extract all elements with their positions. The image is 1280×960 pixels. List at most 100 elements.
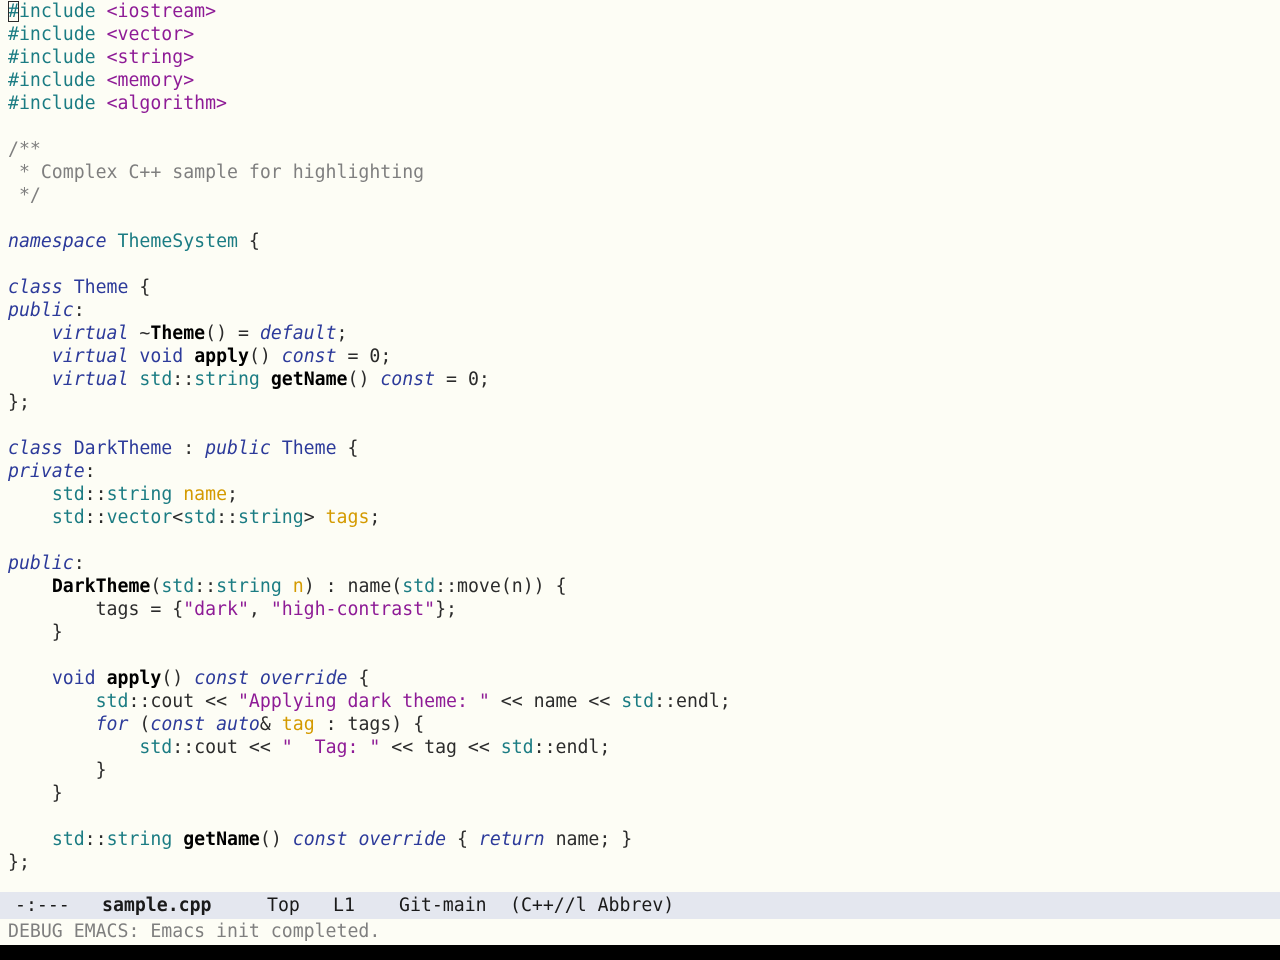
code-line[interactable]: */ (8, 184, 731, 207)
code-line[interactable]: #include <memory> (8, 69, 731, 92)
code-token: DarkTheme (51, 576, 151, 597)
code-line[interactable]: #include <algorithm> (8, 92, 731, 115)
code-line[interactable]: std::cout << "Applying dark theme: " << … (8, 690, 731, 713)
code-token: name (183, 484, 228, 505)
code-token: const (150, 714, 206, 735)
code-line[interactable]: std::cout << " Tag: " << tag << std::end… (8, 736, 731, 759)
code-line[interactable]: public: (8, 299, 731, 322)
code-token: const (292, 829, 348, 850)
code-line[interactable]: /** (8, 138, 731, 161)
scrollbar[interactable] (1275, 0, 1280, 890)
code-token: { (347, 668, 370, 689)
code-line[interactable]: tags = {"dark", "high-contrast"}; (8, 598, 731, 621)
code-line[interactable]: * Complex C++ sample for highlighting (8, 161, 731, 184)
code-token: string (194, 369, 260, 390)
code-token: override (259, 668, 348, 689)
code-token: string (216, 576, 282, 597)
code-token: override (358, 829, 447, 850)
code-token: }; (435, 599, 457, 620)
code-token: :: (216, 507, 238, 528)
code-token: }; (8, 852, 30, 873)
code-line[interactable]: DarkTheme(std::string n) : name(std::mov… (8, 575, 731, 598)
code-line[interactable] (8, 644, 731, 667)
code-token: private (8, 461, 85, 482)
code-token: class (8, 277, 63, 298)
code-token: () (248, 346, 282, 367)
code-token: <memory> (106, 70, 195, 91)
code-token: ; (369, 507, 381, 528)
modeline-buffer-name[interactable]: sample.cpp (102, 892, 212, 919)
code-line[interactable]: std::string getName() const override { r… (8, 828, 731, 851)
code-line[interactable]: virtual void apply() const = 0; (8, 345, 731, 368)
modeline-vc-branch[interactable]: Git-main (399, 892, 487, 919)
code-token: : (84, 461, 96, 482)
code-line[interactable]: std::string name; (8, 483, 731, 506)
code-line[interactable] (8, 805, 731, 828)
code-line[interactable]: }; (8, 391, 731, 414)
code-line[interactable]: #include <vector> (8, 23, 731, 46)
code-line[interactable]: void apply() const override { (8, 667, 731, 690)
code-token: ::move(n)) { (435, 576, 567, 597)
code-line[interactable]: virtual std::string getName() const = 0; (8, 368, 731, 391)
code-line[interactable]: public: (8, 552, 731, 575)
code-line[interactable]: private: (8, 460, 731, 483)
code-line[interactable]: } (8, 759, 731, 782)
code-token: } (8, 760, 107, 781)
code-line[interactable]: } (8, 782, 731, 805)
code-token: ; (336, 323, 348, 344)
code-token: tags (325, 507, 370, 528)
code-token: void (51, 668, 96, 689)
code-token: ThemeSystem (117, 231, 238, 252)
code-line[interactable]: class DarkTheme : public Theme { (8, 437, 731, 460)
code-token: DarkTheme (73, 438, 173, 459)
code-line[interactable]: } (8, 621, 731, 644)
code-token: <iostream> (106, 1, 217, 22)
modeline-position: Top (267, 895, 300, 916)
code-token: <algorithm> (106, 93, 228, 114)
code-token: : (73, 300, 85, 321)
code-line[interactable]: #include <string> (8, 46, 731, 69)
code-line[interactable]: }; (8, 851, 731, 874)
code-token: ::endl; (533, 737, 611, 758)
code-text-area[interactable]: #include <iostream> #include <vector> #inc… (8, 0, 731, 874)
code-token: public (8, 553, 74, 574)
code-line[interactable]: class Theme { (8, 276, 731, 299)
code-token: default (259, 323, 337, 344)
text-cursor: # (8, 1, 19, 22)
code-line[interactable]: virtual ~Theme() = default; (8, 322, 731, 345)
mode-line[interactable]: -:--- sample.cpp Top L1 Git-main (C++//l… (0, 892, 1280, 919)
code-token: <string> (106, 47, 195, 68)
code-line[interactable] (8, 207, 731, 230)
code-token: * Complex C++ sample for highlighting (8, 162, 425, 183)
code-line[interactable] (8, 414, 731, 437)
code-line[interactable]: for (const auto& tag : tags) { (8, 713, 731, 736)
modeline-line-number: L1 (333, 895, 355, 916)
editor-buffer[interactable]: #include <iostream> #include <vector> #inc… (0, 0, 1275, 890)
code-token: std (51, 484, 85, 505)
code-token: tag (281, 714, 315, 735)
code-token: string (106, 829, 173, 850)
code-token: vector (106, 507, 173, 528)
modeline-major-mode[interactable]: (C++//l Abbrev) (510, 892, 674, 919)
code-line[interactable]: std::vector<std::string> tags; (8, 506, 731, 529)
code-token: :: (84, 829, 107, 850)
echo-area-message: DEBUG EMACS: Emacs init completed. (8, 921, 381, 942)
code-line[interactable] (8, 529, 731, 552)
code-line[interactable] (8, 253, 731, 276)
code-line[interactable] (8, 115, 731, 138)
code-line[interactable]: namespace ThemeSystem { (8, 230, 731, 253)
code-token: ( (150, 576, 162, 597)
code-token: include (18, 1, 107, 22)
code-line[interactable]: #include <iostream> (8, 0, 731, 23)
code-token: " Tag: " (281, 737, 381, 758)
